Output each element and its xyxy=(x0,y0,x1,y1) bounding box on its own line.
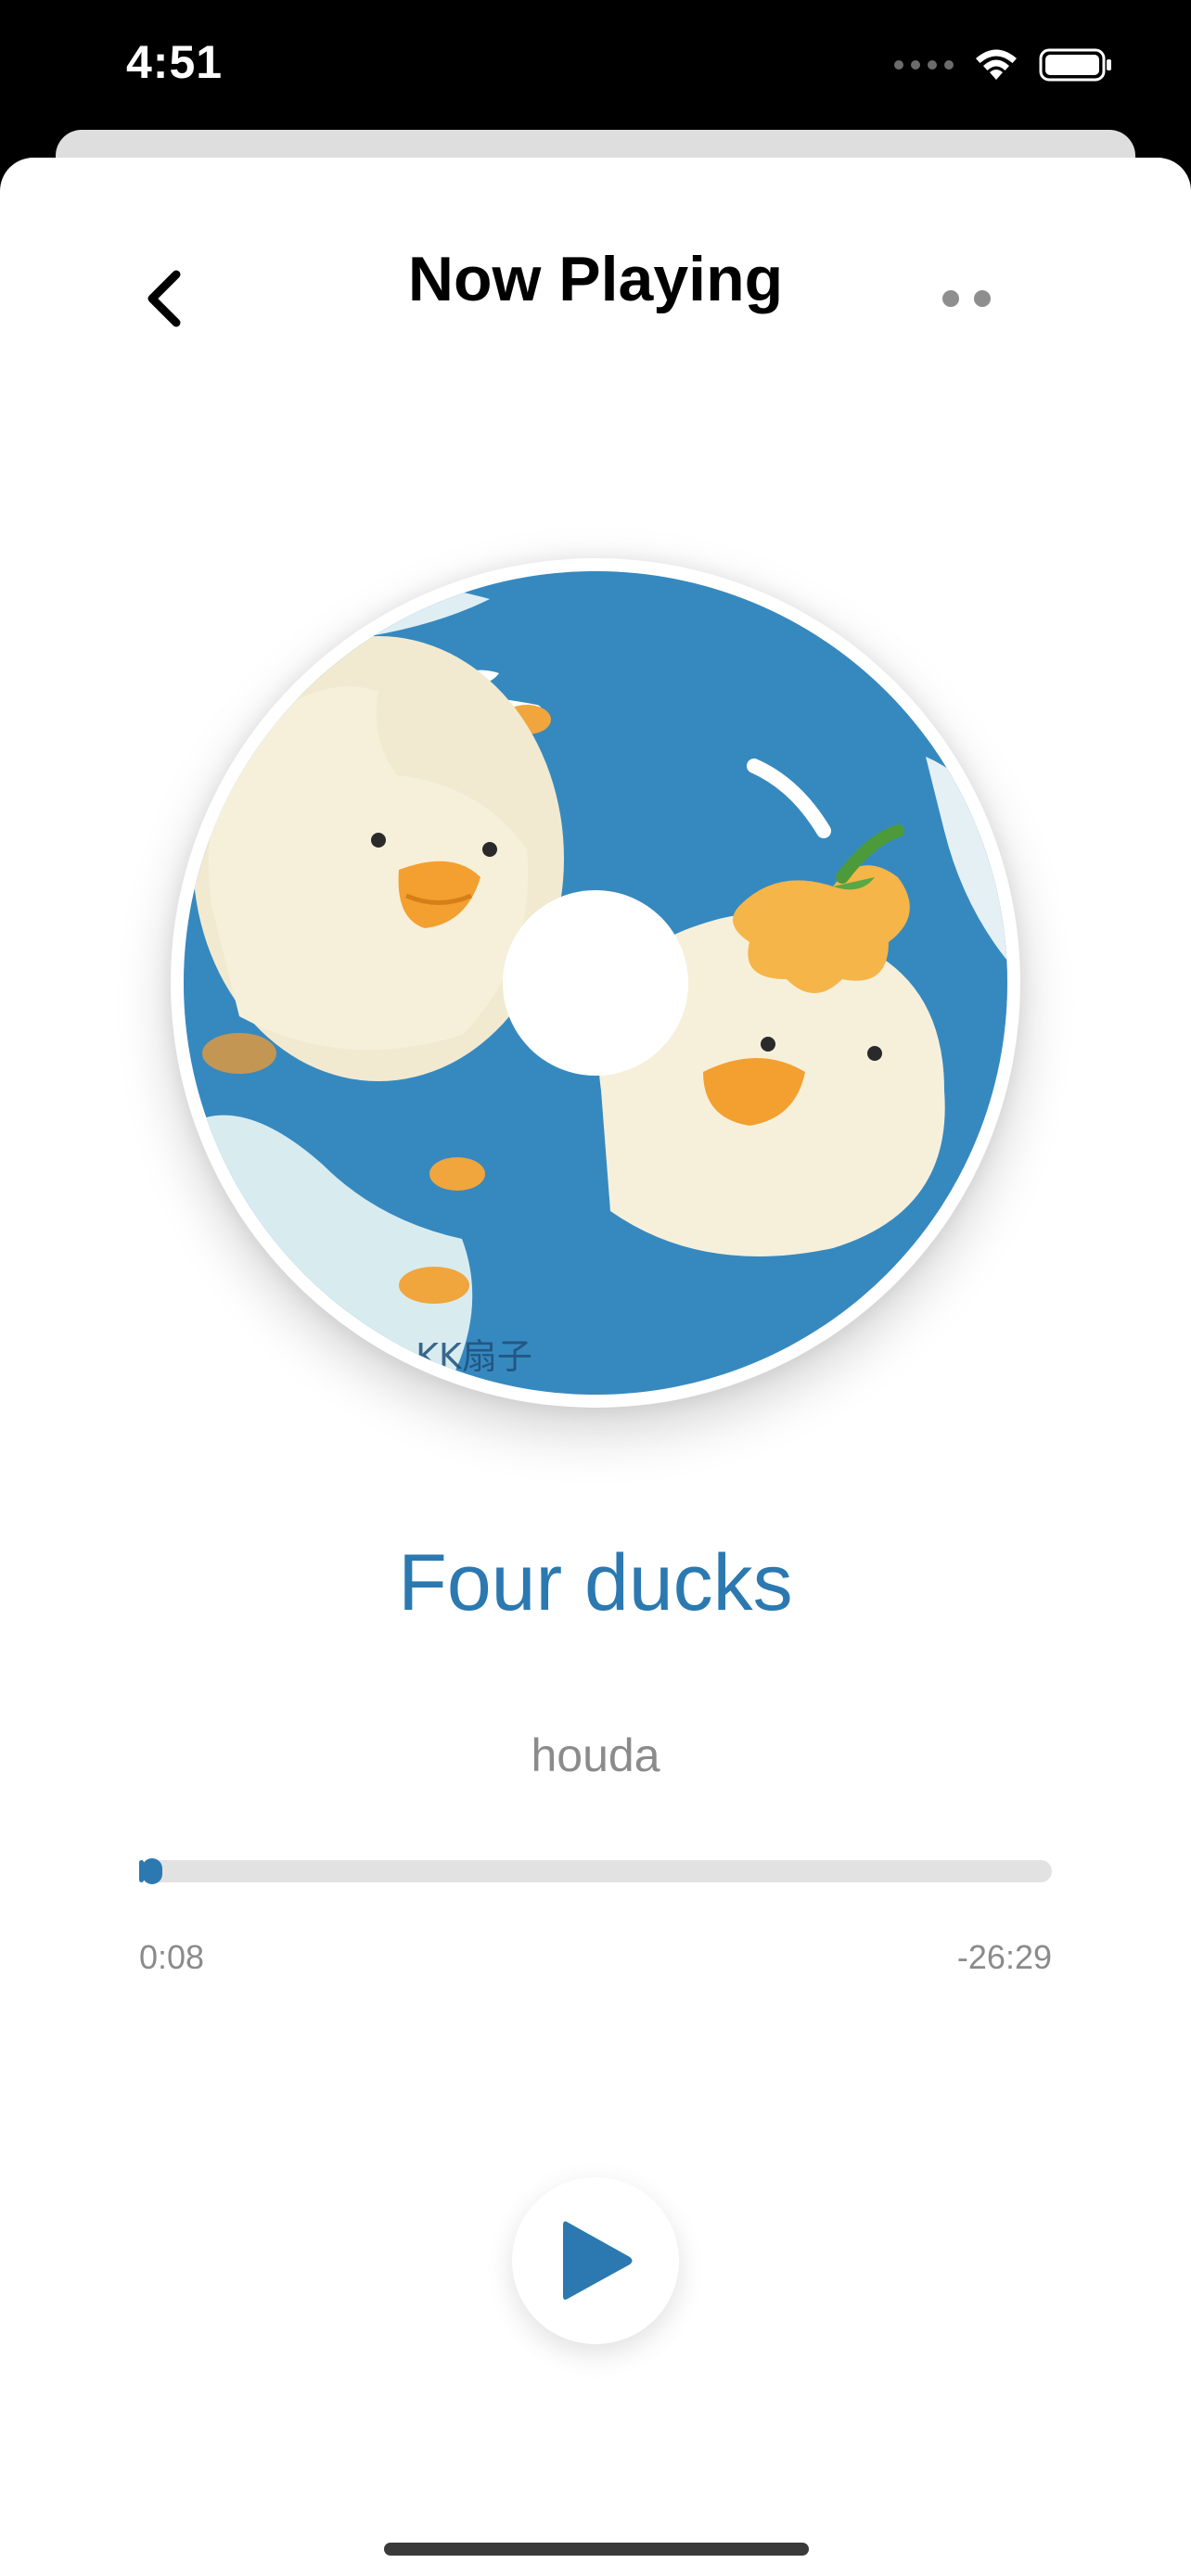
album-art-signature: KK扇子 xyxy=(416,1336,532,1377)
now-playing-screen: 4:51 Now Playing KK扇子 Four ducks houda 0… xyxy=(0,0,1191,2576)
page-title: Now Playing xyxy=(407,244,784,314)
more-dots-icon xyxy=(942,290,959,307)
time-elapsed: 0:08 xyxy=(139,1938,205,1976)
time-remaining: -26:29 xyxy=(956,1938,1052,1976)
progress-slider[interactable] xyxy=(139,1858,1052,1884)
disc-center-hole xyxy=(503,890,688,1076)
signal-dots-icon xyxy=(894,60,954,70)
home-indicator xyxy=(384,2543,809,2556)
wifi-icon xyxy=(976,49,1017,80)
more-button[interactable] xyxy=(922,269,1011,328)
play-icon xyxy=(563,2221,633,2300)
player-sheet: Now Playing KK扇子 Four ducks houda 0:08 -… xyxy=(0,158,1191,2576)
track-artist: houda xyxy=(531,1729,660,1781)
play-button[interactable] xyxy=(512,2177,679,2344)
battery-icon xyxy=(1039,48,1111,82)
progress-thumb[interactable] xyxy=(141,1858,162,1884)
status-time: 4:51 xyxy=(126,36,224,88)
track-title: Four ducks xyxy=(398,1538,793,1627)
status-bar: 4:51 xyxy=(0,0,1191,130)
album-disc: KK扇子 xyxy=(171,558,1020,1408)
status-icons xyxy=(894,46,1113,83)
